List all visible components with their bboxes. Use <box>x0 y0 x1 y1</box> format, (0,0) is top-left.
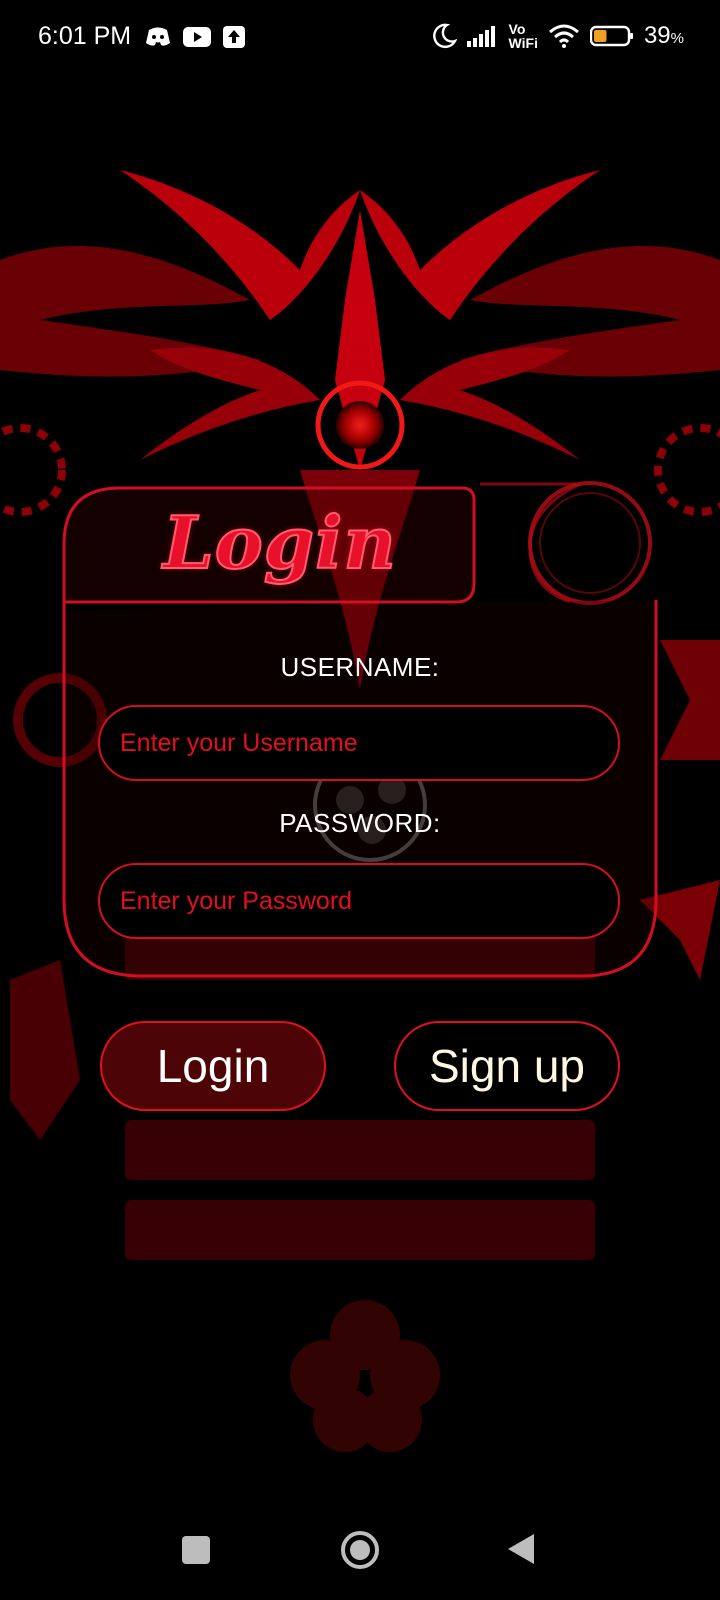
youtube-icon <box>183 27 211 47</box>
discord-icon <box>146 27 170 46</box>
home-circle-icon[interactable] <box>340 1530 380 1570</box>
vowifi-bottom: WiFi <box>508 35 538 51</box>
status-left-icons <box>145 26 245 48</box>
moon-icon <box>432 23 457 48</box>
status-bar: 6:01 PM Vo WiFi 39% <box>0 0 720 80</box>
navigation-bar <box>0 1520 720 1600</box>
vowifi-icon: Vo WiFi <box>509 22 538 50</box>
signal-icon <box>466 26 495 47</box>
vowifi-top: Vo <box>508 21 526 37</box>
login-title: Login <box>162 499 397 586</box>
battery-value: 39 <box>643 22 671 49</box>
login-button[interactable]: Login <box>100 1021 326 1111</box>
status-time: 6:01 PM <box>38 22 132 50</box>
upload-icon <box>223 26 245 48</box>
clover-shape <box>290 1300 440 1452</box>
username-input[interactable] <box>98 705 620 781</box>
battery-unit: % <box>670 30 684 47</box>
password-input[interactable] <box>98 863 620 939</box>
login-button-label: Login <box>156 1040 270 1092</box>
signup-button-label: Sign up <box>428 1040 585 1092</box>
recents-square-icon[interactable] <box>180 1534 212 1566</box>
battery-icon <box>589 25 633 47</box>
card-ornament-circles <box>480 481 652 605</box>
signup-button[interactable]: Sign up <box>394 1021 620 1111</box>
status-right-icons: Vo WiFi 39% <box>431 22 684 50</box>
back-triangle-icon[interactable] <box>506 1532 536 1566</box>
battery-percent: 39% <box>644 22 684 50</box>
password-label: PASSWORD: <box>279 808 441 838</box>
wifi-icon <box>548 24 579 48</box>
username-label: USERNAME: <box>280 652 440 682</box>
